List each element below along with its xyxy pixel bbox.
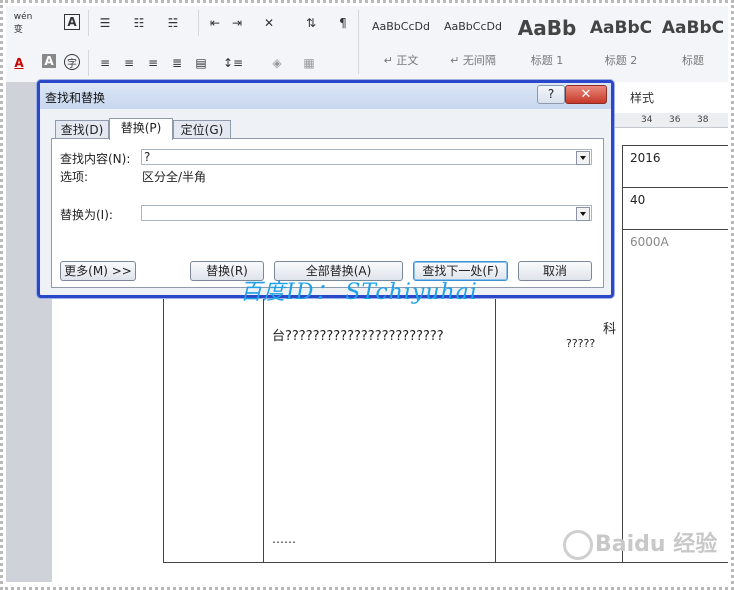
replace-panel: 查找内容(N): ? 选项: 区分全/半角 替换为(I): 更多(M) >> 替… bbox=[51, 138, 604, 288]
style-sample: AaBbCcDd bbox=[444, 20, 502, 33]
multilevel-list-icon[interactable]: ☵ bbox=[164, 14, 182, 32]
style-normal[interactable]: AaBbCcDd ↵ 正文 bbox=[366, 12, 436, 74]
more-button[interactable]: 更多(M) >> bbox=[60, 261, 136, 281]
style-name: 标题 2 bbox=[604, 54, 638, 67]
replace-with-label: 替换为(I): bbox=[60, 208, 113, 222]
dialog-title-bar[interactable]: 查找和替换 ? ✕ bbox=[40, 83, 611, 109]
line-spacing-icon[interactable]: ↕≡ bbox=[223, 54, 243, 72]
close-button[interactable]: ✕ bbox=[565, 85, 607, 104]
table-cell[interactable]: 2016 bbox=[630, 151, 661, 165]
style-sample: AaBbC bbox=[589, 18, 653, 38]
center-icon[interactable]: ≡ bbox=[120, 54, 138, 72]
ribbon-separator bbox=[88, 10, 89, 36]
paragraph-mark-icon[interactable]: ¶ bbox=[334, 14, 352, 32]
tab-find[interactable]: 查找(D) bbox=[55, 120, 109, 140]
character-shading-label: A bbox=[44, 54, 54, 68]
enclose-character-icon[interactable]: 字 bbox=[64, 54, 80, 70]
ribbon: wén 变 A ☰ ☷ ☵ ⇤ ⇥ ✕ ⇅ ¶ A A 字 ≡ ≡ ≡ ≣ ▤ … bbox=[6, 6, 728, 83]
increase-indent-icon[interactable]: ⇥ bbox=[228, 14, 246, 32]
style-no-spacing[interactable]: AaBbCcDd ↵ 无间隔 bbox=[438, 12, 508, 74]
font-color-icon[interactable]: A bbox=[10, 54, 28, 72]
phonetic-guide-label: wén 变 bbox=[13, 11, 33, 35]
ruler-tick: 36 bbox=[669, 115, 681, 125]
character-border-label: A bbox=[67, 15, 77, 29]
tab-goto[interactable]: 定位(G) bbox=[173, 120, 231, 140]
table-border bbox=[495, 295, 496, 563]
options-value: 区分全/半角 bbox=[142, 170, 207, 184]
style-sample: AaBb bbox=[517, 16, 577, 40]
tab-replace[interactable]: 替换(P) bbox=[109, 118, 173, 140]
numbering-icon[interactable]: ☷ bbox=[130, 14, 148, 32]
ribbon-separator bbox=[88, 50, 89, 76]
watermark-text: 百度ID： STchiyuhai bbox=[240, 280, 478, 305]
table-border bbox=[622, 229, 728, 230]
show-marks-icon[interactable]: ✕ bbox=[260, 14, 278, 32]
style-name: 标题 1 bbox=[530, 54, 564, 67]
style-sample: AaBbCcDd bbox=[372, 20, 430, 33]
table-cell[interactable]: 台??????????????????????? bbox=[272, 325, 444, 344]
find-what-input[interactable]: ? bbox=[141, 149, 592, 165]
cancel-button[interactable]: 取消 bbox=[518, 261, 592, 281]
decrease-indent-icon[interactable]: ⇤ bbox=[206, 14, 224, 32]
enclose-character-label: 字 bbox=[67, 58, 77, 70]
options-label: 选项: bbox=[60, 170, 89, 184]
bullets-icon[interactable]: ☰ bbox=[96, 14, 114, 32]
baidu-logo: Baidu 经验 bbox=[563, 526, 717, 560]
phonetic-guide-icon[interactable]: wén 变 bbox=[13, 11, 33, 35]
table-border bbox=[622, 145, 623, 563]
ribbon-separator bbox=[198, 10, 199, 36]
ruler-tick: 34 bbox=[641, 115, 653, 125]
dialog-title: 查找和替换 bbox=[45, 91, 106, 105]
align-left-icon[interactable]: ≡ bbox=[96, 54, 114, 72]
style-sample: AaBbC bbox=[661, 18, 725, 38]
ruler-tick: 38 bbox=[697, 115, 709, 125]
font-color-label: A bbox=[14, 56, 24, 70]
justify-icon[interactable]: ≣ bbox=[168, 54, 186, 72]
character-border-icon[interactable]: A bbox=[64, 14, 80, 30]
styles-gallery: AaBbCcDd ↵ 正文 AaBbCcDd ↵ 无间隔 AaBb 标题 1 A… bbox=[366, 12, 728, 76]
distributed-icon[interactable]: ▤ bbox=[192, 54, 210, 72]
chevron-down-icon[interactable] bbox=[576, 207, 590, 221]
paw-icon bbox=[563, 530, 593, 560]
table-cell[interactable]: …… bbox=[272, 532, 296, 546]
table-border bbox=[263, 295, 264, 563]
style-name: ↵ 无间隔 bbox=[450, 54, 496, 67]
horizontal-ruler[interactable]: 34 36 38 bbox=[613, 113, 728, 128]
sort-icon[interactable]: ⇅ bbox=[302, 14, 320, 32]
find-replace-dialog: 查找和替换 ? ✕ 查找(D) 替换(P) 定位(G) 查找内容(N): ? 选… bbox=[37, 80, 614, 298]
table-border bbox=[163, 295, 164, 563]
help-button[interactable]: ? bbox=[537, 85, 565, 104]
style-heading-1[interactable]: AaBb 标题 1 bbox=[512, 12, 582, 74]
style-heading-2[interactable]: AaBbC 标题 2 bbox=[586, 12, 656, 74]
align-right-icon[interactable]: ≡ bbox=[144, 54, 162, 72]
table-cell[interactable]: 40 bbox=[630, 193, 645, 207]
table-border bbox=[622, 187, 728, 188]
table-border bbox=[622, 145, 728, 146]
borders-icon[interactable]: ▦ bbox=[300, 54, 318, 72]
table-cell[interactable]: 6000A bbox=[630, 235, 669, 249]
shading-icon[interactable]: ◈ bbox=[268, 54, 286, 72]
ribbon-separator bbox=[358, 10, 359, 74]
chevron-down-icon[interactable] bbox=[576, 151, 590, 165]
find-what-value: ? bbox=[144, 150, 151, 164]
style-title[interactable]: AaBbC 标题 bbox=[658, 12, 728, 74]
table-cell[interactable]: ????? bbox=[566, 337, 595, 350]
character-shading-icon[interactable]: A bbox=[42, 54, 56, 68]
table-border bbox=[163, 562, 728, 563]
styles-pane-label: 样式 bbox=[630, 91, 655, 105]
find-what-label: 查找内容(N): bbox=[60, 152, 131, 166]
replace-with-input[interactable] bbox=[141, 205, 592, 221]
style-name: ↵ 正文 bbox=[383, 54, 419, 67]
style-name: 标题 bbox=[682, 54, 704, 67]
brand-text: Baidu 经验 bbox=[595, 532, 718, 557]
table-cell[interactable]: 科 bbox=[603, 318, 616, 337]
